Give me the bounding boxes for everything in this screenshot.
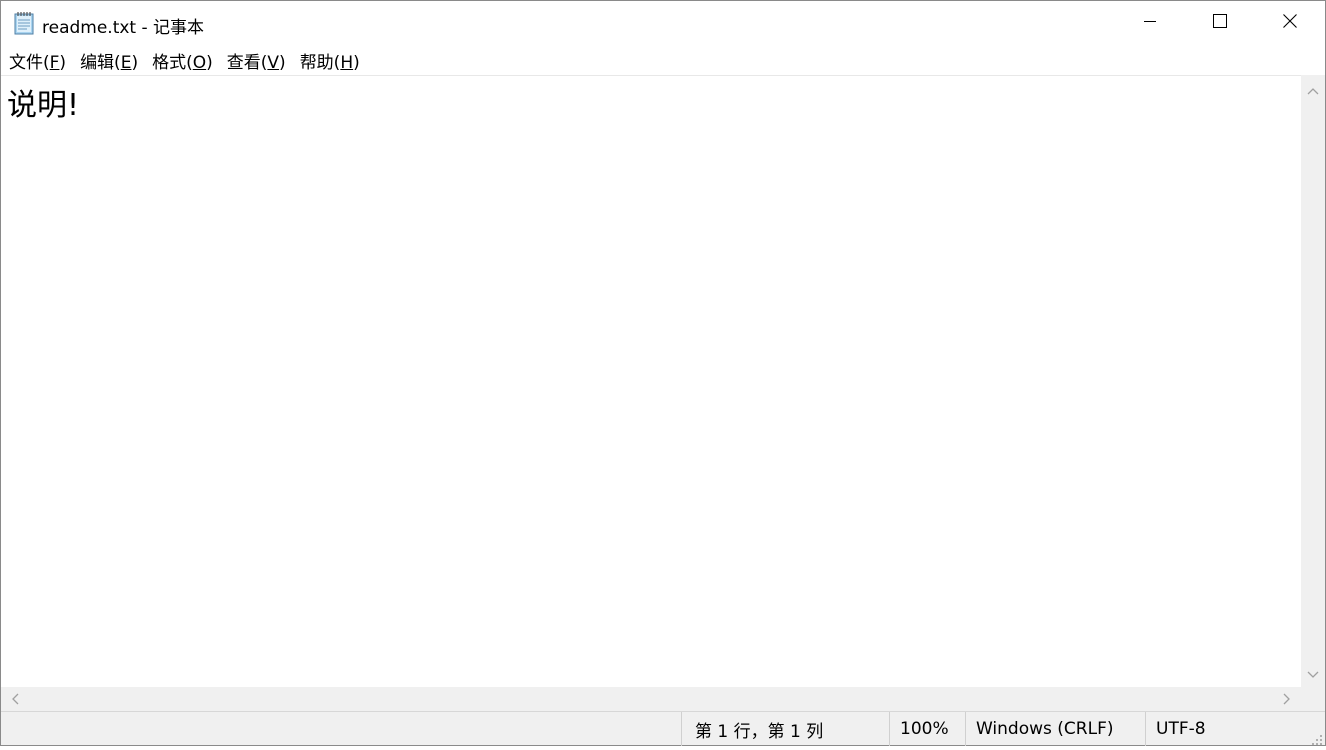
menu-format-label: 格式(: [152, 52, 193, 73]
scroll-right-button[interactable]: [1273, 687, 1301, 711]
minimize-icon: [1142, 13, 1158, 33]
menu-help-access-key: H: [340, 52, 354, 73]
status-cursor-position: 第 1 行，第 1 列: [681, 712, 889, 746]
horizontal-scrollbar[interactable]: [1, 687, 1301, 711]
menu-format-access-key: O: [192, 52, 207, 73]
status-bar: 第 1 行，第 1 列 100% Windows (CRLF) UTF-8: [1, 711, 1325, 746]
chevron-down-icon: [1307, 664, 1319, 683]
menu-bar: 文件(F) 编辑(E) 格式(O) 查看(V) 帮助(H): [1, 45, 1325, 75]
menu-view-access-key: V: [267, 52, 280, 73]
close-button[interactable]: [1255, 1, 1325, 45]
notepad-icon: [13, 11, 35, 35]
chevron-left-icon: [11, 690, 19, 709]
scroll-up-button[interactable]: [1301, 75, 1325, 103]
menu-help-suffix: ): [353, 52, 360, 73]
menu-view-suffix: ): [279, 52, 286, 73]
notepad-window: readme.txt - 记事本 文件(F) 编辑(E) 格式(O) 查看(V)…: [0, 0, 1326, 746]
menu-file[interactable]: 文件(F): [2, 45, 73, 76]
chevron-up-icon: [1307, 80, 1319, 99]
menu-file-suffix: ): [59, 52, 67, 73]
title-bar[interactable]: readme.txt - 记事本: [1, 1, 1325, 45]
status-encoding: UTF-8: [1145, 712, 1325, 746]
scroll-down-button[interactable]: [1301, 659, 1325, 687]
menu-edit-access-key: E: [120, 52, 132, 73]
scroll-left-button[interactable]: [1, 687, 29, 711]
vertical-scrollbar[interactable]: [1301, 75, 1325, 687]
menu-format-suffix: ): [206, 52, 213, 73]
menu-help[interactable]: 帮助(H): [293, 45, 367, 76]
status-line-ending: Windows (CRLF): [965, 712, 1145, 746]
menu-view-label: 查看(: [226, 52, 268, 73]
maximize-icon: [1212, 13, 1228, 33]
chevron-right-icon: [1283, 690, 1291, 709]
text-editor[interactable]: 说明!: [1, 75, 1301, 687]
menu-edit[interactable]: 编辑(E): [73, 45, 145, 76]
menu-format[interactable]: 格式(O): [145, 45, 220, 76]
menu-view[interactable]: 查看(V): [220, 45, 293, 76]
menu-help-label: 帮助(: [299, 52, 341, 73]
status-zoom: 100%: [889, 712, 965, 746]
scrollbar-corner: [1301, 687, 1325, 711]
minimize-button[interactable]: [1115, 1, 1185, 45]
maximize-button[interactable]: [1185, 1, 1255, 45]
menu-edit-suffix: ): [131, 52, 139, 73]
window-title: readme.txt - 记事本: [42, 18, 205, 38]
close-icon: [1282, 13, 1298, 33]
menu-file-access-key: F: [49, 52, 60, 73]
editor-content[interactable]: 说明!: [7, 80, 79, 124]
menu-file-label: 文件(: [9, 52, 50, 73]
resize-grip-icon[interactable]: [1311, 731, 1323, 745]
menu-edit-label: 编辑(: [80, 52, 121, 73]
